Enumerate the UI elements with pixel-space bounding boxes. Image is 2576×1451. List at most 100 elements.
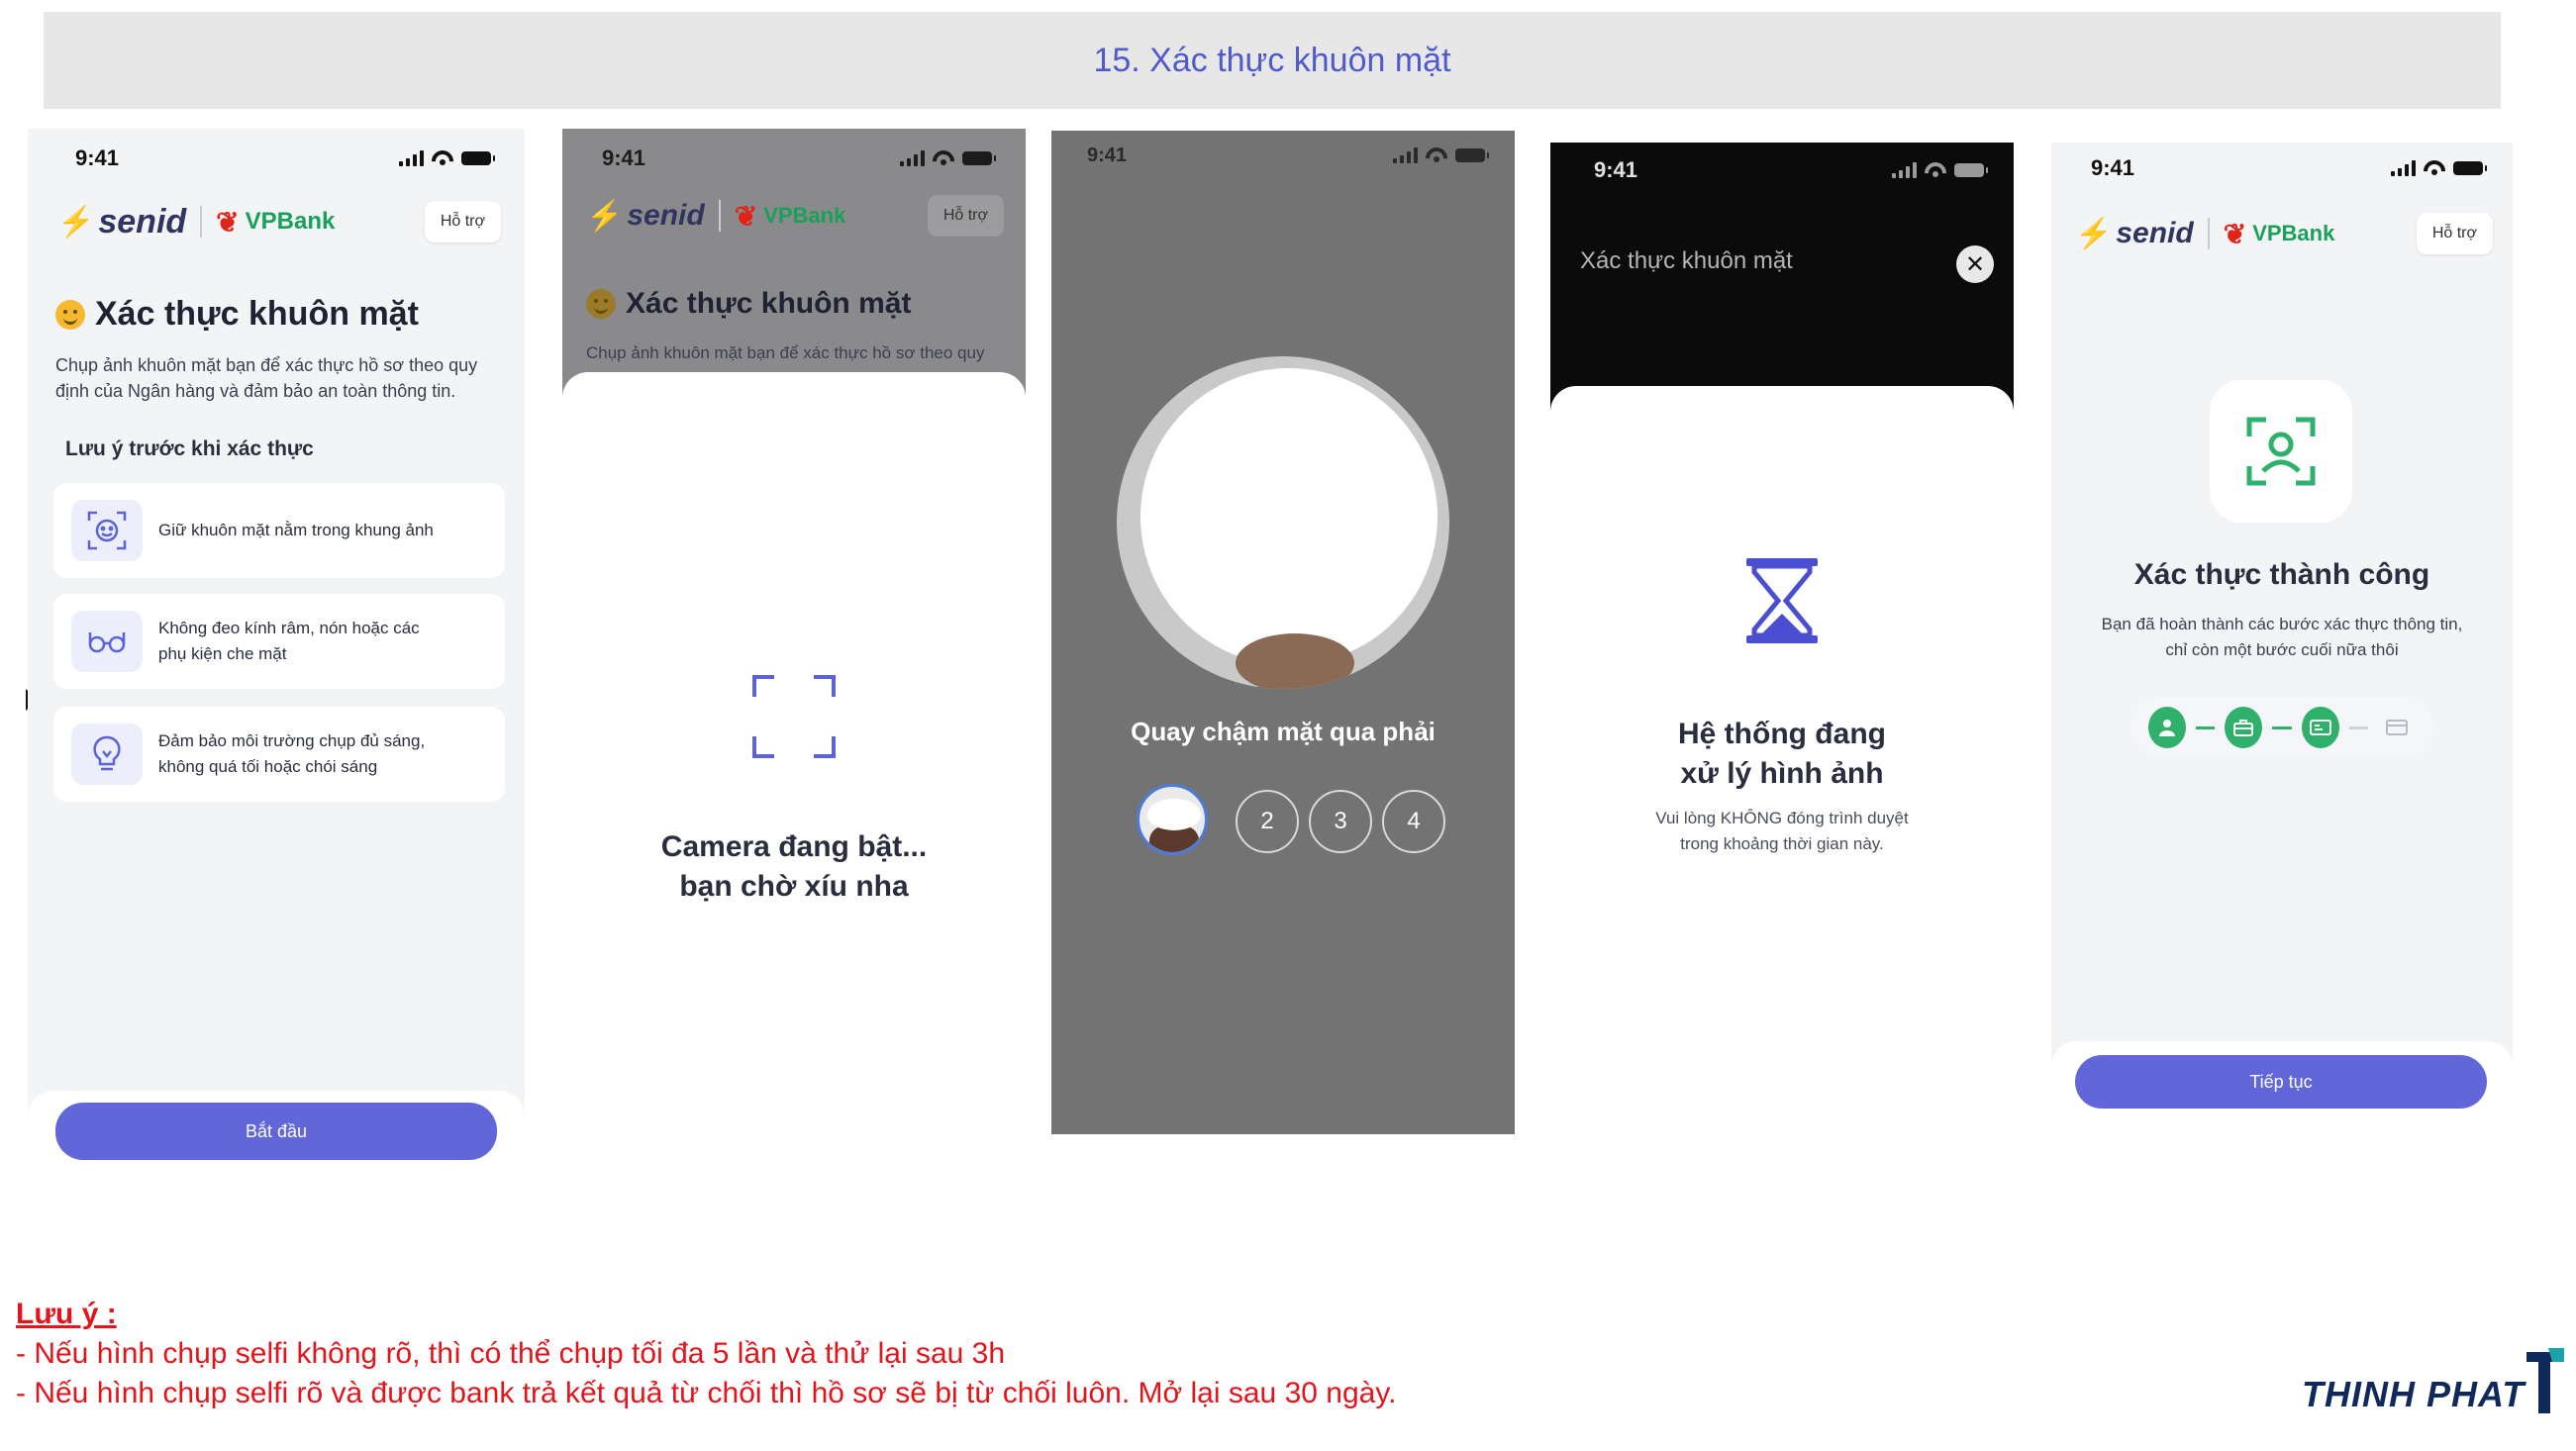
signal-icon	[399, 150, 424, 166]
capture-instruction: Quay chậm mặt qua phải	[1131, 717, 1436, 746]
face-scan-icon	[71, 500, 143, 561]
battery-icon	[2453, 161, 2487, 175]
camera-status-message: Camera đang bật... bạn chờ xíu nha	[660, 830, 928, 903]
status-time: 9:41	[1087, 144, 1128, 166]
vpbank-logo: ❦ VPBank	[734, 200, 846, 232]
company-logo-icon	[2526, 1348, 2564, 1413]
page-title: 15. Xác thực khuôn mặt	[1093, 41, 1451, 79]
battery-icon	[962, 151, 996, 165]
lightbulb-icon	[71, 724, 143, 785]
step-circle-4: 4	[1382, 790, 1445, 853]
smile-emoji-icon	[55, 299, 85, 330]
help-button[interactable]: Hỗ trợ	[2416, 213, 2493, 254]
screen-title: Xác thực khuôn mặt	[586, 287, 911, 321]
screen-intro: 9:41 ⚡ senid ❦ VPBank Hỗ trợ Xác thực khuô…	[28, 129, 525, 1168]
processing-sheet: Hệ thống đang xử lý hình ảnh Vui lòng KH…	[1550, 386, 2014, 1146]
processing-description: Vui lòng KHÔNG đóng trình duyệt trong kh…	[1655, 809, 1909, 853]
brand-bar: ⚡ senid ❦ VPBank Hỗ trợ	[2075, 208, 2493, 259]
tip-card: Giữ khuôn mặt nằm trong khung ảnh	[53, 483, 505, 578]
section-heading: Lưu ý trước khi xác thực	[65, 437, 314, 460]
signal-icon	[1393, 147, 1418, 163]
wifi-icon	[432, 150, 453, 166]
tip-card: Không đeo kính râm, nón hoặc các phụ kiện…	[53, 594, 505, 689]
screen-processing: 9:41 Xác thực khuôn mặt ✕ Hệ thống đang …	[1550, 143, 2014, 1146]
status-bar: 9:41	[2051, 143, 2513, 194]
face-mask	[1140, 368, 1437, 665]
vpbank-logo: ❦ VPBank	[216, 206, 336, 238]
screen-camera-loading: 9:41 ⚡ senid ❦ VPBank Hỗ trợ Xác thực khuô…	[562, 129, 1026, 1132]
tip-card: Đảm bảo môi trường chụp đủ sáng, không qu…	[53, 707, 505, 802]
glasses-icon	[71, 611, 143, 672]
step-thumbnail-1	[1137, 784, 1208, 855]
brand-bar: ⚡ senid ❦ VPBank Hỗ trợ	[57, 196, 501, 247]
start-button[interactable]: Bắt đầu	[55, 1103, 497, 1160]
status-bar: 9:41	[1550, 143, 2014, 198]
card-step-icon	[2378, 707, 2416, 748]
note-line: - Nếu hình chụp selfi không rõ, thì có t…	[16, 1337, 1006, 1370]
status-time: 9:41	[1594, 157, 1638, 182]
status-time: 9:41	[602, 145, 646, 170]
progress-connector	[2272, 726, 2292, 729]
status-time: 9:41	[75, 145, 120, 170]
status-time: 9:41	[2091, 155, 2135, 180]
wifi-icon	[933, 150, 954, 166]
smile-emoji-icon	[586, 289, 616, 319]
progress-connector	[2195, 726, 2216, 729]
screen-face-capture: 9:41 Quay chậm mặt qua phải 2 3 4	[1051, 131, 1515, 1134]
hourglass-icon	[1744, 556, 1820, 650]
battery-icon	[461, 151, 495, 165]
signal-icon	[1892, 162, 1917, 178]
wifi-icon	[1426, 147, 1447, 163]
id-card-step-icon	[2301, 707, 2339, 748]
progress-connector	[2348, 726, 2369, 729]
success-title: Xác thực thành công	[2133, 558, 2430, 591]
face-preview-image	[1236, 633, 1354, 689]
camera-frame-icon	[752, 675, 836, 763]
briefcase-step-icon	[2225, 707, 2263, 748]
tip-text: Giữ khuôn mặt nằm trong khung ảnh	[158, 521, 434, 539]
screen-description: Chụp ảnh khuôn mặt bạn để xác thực hồ sơ…	[55, 355, 478, 401]
vpbank-logo: ❦ VPBank	[2223, 218, 2335, 249]
screen-description: Chụp ảnh khuôn mặt bạn để xác thực hồ sơ…	[586, 343, 985, 362]
help-button[interactable]: Hỗ trợ	[424, 201, 501, 242]
wifi-icon	[2424, 160, 2445, 176]
tip-text: Đảm bảo môi trường chụp đủ sáng,	[158, 731, 426, 750]
screen-success: 9:41 ⚡ senid ❦ VPBank Hỗ trợ Xác thực thàn…	[2051, 143, 2513, 1112]
face-verified-badge	[2210, 380, 2352, 523]
brand-divider	[718, 200, 721, 232]
tip-text: không quá tối hoặc chói sáng	[158, 757, 378, 776]
step-circle-2: 2	[1236, 790, 1299, 853]
status-bar: 9:41	[562, 129, 1026, 188]
success-description: Bạn đã hoàn thành các bước xác thực thôn…	[2101, 615, 2463, 659]
brand-divider	[200, 206, 203, 238]
status-bar: 9:41	[1051, 131, 1515, 180]
status-bar: 9:41	[28, 129, 525, 188]
wifi-icon	[1925, 162, 1946, 178]
battery-icon	[1954, 163, 1988, 177]
camera-sheet: Camera đang bật... bạn chờ xíu nha	[562, 372, 1026, 1132]
progress-steps	[2130, 697, 2433, 758]
modal-header-title: Xác thực khuôn mặt	[1580, 247, 1793, 274]
company-logo-text: THINH PHAT	[2302, 1374, 2526, 1414]
screen-title: Xác thực khuôn mặt	[55, 295, 419, 334]
signal-icon	[2391, 160, 2416, 176]
step-circle-3: 3	[1309, 790, 1372, 853]
senid-logo: ⚡ senid	[57, 202, 187, 241]
battery-icon	[1455, 148, 1489, 162]
brand-divider	[2207, 218, 2210, 249]
face-check-icon	[2246, 417, 2316, 486]
tip-text: Không đeo kính râm, nón hoặc các	[158, 619, 420, 637]
page-title-banner: 15. Xác thực khuôn mặt	[44, 12, 2501, 109]
brand-bar: ⚡ senid ❦ VPBank Hỗ trợ	[586, 190, 1004, 242]
senid-logo: ⚡ senid	[586, 199, 705, 233]
camera-preview	[1117, 356, 1449, 689]
tip-text: phụ kiện che mặt	[158, 644, 287, 663]
close-icon[interactable]: ✕	[1956, 245, 1994, 283]
user-step-icon	[2148, 707, 2186, 748]
note-line: - Nếu hình chụp selfi rõ và được bank tr…	[16, 1377, 1397, 1409]
help-button[interactable]: Hỗ trợ	[927, 195, 1004, 237]
signal-icon	[900, 150, 925, 166]
note-heading: Lưu ý :	[16, 1298, 117, 1330]
senid-logo: ⚡ senid	[2075, 217, 2194, 250]
continue-button[interactable]: Tiếp tục	[2075, 1055, 2487, 1109]
